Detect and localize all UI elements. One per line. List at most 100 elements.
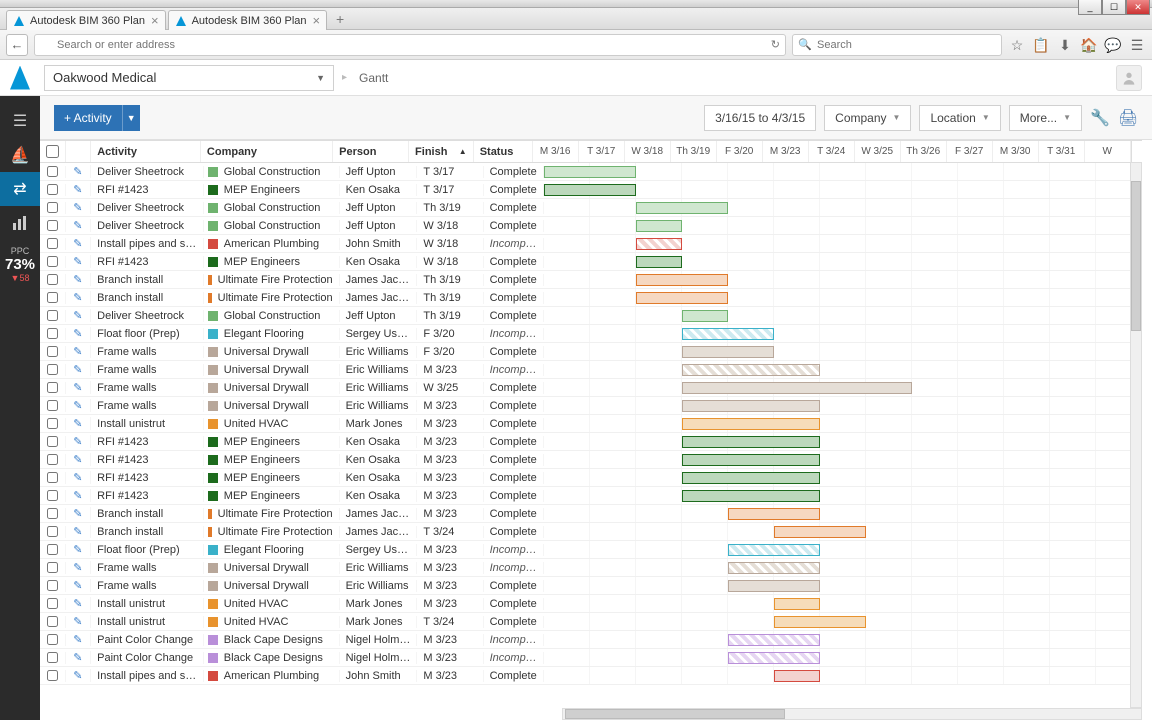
gantt-bar[interactable] bbox=[774, 670, 820, 682]
download-icon[interactable]: ⬇ bbox=[1056, 36, 1074, 54]
gantt-bar[interactable] bbox=[728, 508, 820, 520]
table-row[interactable]: ✎Install pipes and supportsAmerican Plum… bbox=[40, 235, 1142, 253]
edit-row-button[interactable]: ✎ bbox=[66, 471, 92, 484]
row-checkbox[interactable] bbox=[40, 454, 66, 466]
nav-back-button[interactable]: ← bbox=[6, 34, 28, 56]
row-checkbox[interactable] bbox=[40, 382, 66, 394]
table-row[interactable]: ✎Frame wallsUniversal DrywallEric Willia… bbox=[40, 397, 1142, 415]
gantt-bar[interactable] bbox=[728, 652, 820, 664]
edit-row-button[interactable]: ✎ bbox=[66, 489, 92, 502]
gantt-bar[interactable] bbox=[728, 562, 820, 574]
table-row[interactable]: ✎Install unistrutUnited HVACMark JonesM … bbox=[40, 415, 1142, 433]
table-row[interactable]: ✎Paint Color ChangeBlack Cape DesignsNig… bbox=[40, 631, 1142, 649]
table-row[interactable]: ✎Frame wallsUniversal DrywallEric Willia… bbox=[40, 379, 1142, 397]
table-row[interactable]: ✎Install unistrutUnited HVACMark JonesT … bbox=[40, 613, 1142, 631]
add-activity-dropdown[interactable]: ▼ bbox=[122, 105, 140, 131]
address-input[interactable] bbox=[34, 34, 786, 56]
vertical-scrollbar[interactable] bbox=[1130, 162, 1142, 708]
table-row[interactable]: ✎Deliver SheetrockGlobal ConstructionJef… bbox=[40, 307, 1142, 325]
close-tab-icon[interactable]: × bbox=[313, 13, 321, 28]
rail-list-view[interactable]: ☰ bbox=[0, 104, 40, 138]
browser-tab[interactable]: Autodesk BIM 360 Plan × bbox=[168, 10, 328, 30]
edit-row-button[interactable]: ✎ bbox=[66, 363, 92, 376]
edit-row-button[interactable]: ✎ bbox=[66, 579, 92, 592]
edit-row-button[interactable]: ✎ bbox=[66, 435, 92, 448]
edit-row-button[interactable]: ✎ bbox=[66, 417, 92, 430]
header-finish[interactable]: Finish▲ bbox=[409, 141, 474, 162]
rail-analytics-view[interactable] bbox=[0, 206, 40, 240]
edit-row-button[interactable]: ✎ bbox=[66, 669, 92, 682]
row-checkbox[interactable] bbox=[40, 238, 66, 250]
table-row[interactable]: ✎Deliver SheetrockGlobal ConstructionJef… bbox=[40, 163, 1142, 181]
gantt-bar[interactable] bbox=[636, 256, 682, 268]
table-row[interactable]: ✎Paint Color ChangeBlack Cape DesignsNig… bbox=[40, 649, 1142, 667]
gantt-bar[interactable] bbox=[728, 580, 820, 592]
row-checkbox[interactable] bbox=[40, 490, 66, 502]
table-row[interactable]: ✎RFI #1423MEP EngineersKen OsakaT 3/17Co… bbox=[40, 181, 1142, 199]
gantt-bar[interactable] bbox=[728, 634, 820, 646]
edit-row-button[interactable]: ✎ bbox=[66, 543, 92, 556]
edit-row-button[interactable]: ✎ bbox=[66, 219, 92, 232]
reload-icon[interactable]: ↻ bbox=[771, 38, 780, 51]
gantt-bar[interactable] bbox=[682, 346, 774, 358]
gantt-bar[interactable] bbox=[636, 238, 682, 250]
chat-icon[interactable]: 💬 bbox=[1104, 36, 1122, 54]
edit-row-button[interactable]: ✎ bbox=[66, 345, 92, 358]
table-row[interactable]: ✎Float floor (Prep)Elegant FlooringSerge… bbox=[40, 325, 1142, 343]
table-row[interactable]: ✎Deliver SheetrockGlobal ConstructionJef… bbox=[40, 217, 1142, 235]
row-checkbox[interactable] bbox=[40, 256, 66, 268]
close-tab-icon[interactable]: × bbox=[151, 13, 159, 28]
row-checkbox[interactable] bbox=[40, 634, 66, 646]
row-checkbox[interactable] bbox=[40, 616, 66, 628]
table-row[interactable]: ✎Deliver SheetrockGlobal ConstructionJef… bbox=[40, 199, 1142, 217]
table-row[interactable]: ✎Branch installUltimate Fire ProtectionJ… bbox=[40, 271, 1142, 289]
bim360-logo-icon[interactable] bbox=[10, 66, 30, 90]
row-checkbox[interactable] bbox=[40, 364, 66, 376]
row-checkbox[interactable] bbox=[40, 670, 66, 682]
row-checkbox[interactable] bbox=[40, 328, 66, 340]
header-activity[interactable]: Activity bbox=[91, 141, 201, 162]
add-activity-button[interactable]: + Activity bbox=[54, 105, 122, 131]
table-row[interactable]: ✎Frame wallsUniversal DrywallEric Willia… bbox=[40, 559, 1142, 577]
row-checkbox[interactable] bbox=[40, 166, 66, 178]
date-range-filter[interactable]: 3/16/15 to 4/3/15 bbox=[704, 105, 816, 131]
table-row[interactable]: ✎Frame wallsUniversal DrywallEric Willia… bbox=[40, 343, 1142, 361]
gantt-bar[interactable] bbox=[728, 544, 820, 556]
gantt-bar[interactable] bbox=[682, 454, 820, 466]
edit-row-button[interactable]: ✎ bbox=[66, 615, 92, 628]
home-icon[interactable]: 🏠 bbox=[1080, 36, 1098, 54]
row-checkbox[interactable] bbox=[40, 652, 66, 664]
table-row[interactable]: ✎Install pipes and supportsAmerican Plum… bbox=[40, 667, 1142, 685]
bookmark-icon[interactable]: ☆ bbox=[1008, 36, 1026, 54]
edit-row-button[interactable]: ✎ bbox=[66, 291, 92, 304]
window-maximize[interactable]: ☐ bbox=[1102, 0, 1126, 15]
gantt-bar[interactable] bbox=[544, 184, 636, 196]
gantt-bar[interactable] bbox=[682, 418, 820, 430]
table-row[interactable]: ✎Frame wallsUniversal DrywallEric Willia… bbox=[40, 361, 1142, 379]
row-checkbox[interactable] bbox=[40, 526, 66, 538]
row-checkbox[interactable] bbox=[40, 418, 66, 430]
table-row[interactable]: ✎RFI #1423MEP EngineersKen OsakaM 3/23Co… bbox=[40, 451, 1142, 469]
edit-row-button[interactable]: ✎ bbox=[66, 165, 92, 178]
row-checkbox[interactable] bbox=[40, 544, 66, 556]
edit-row-button[interactable]: ✎ bbox=[66, 201, 92, 214]
row-checkbox[interactable] bbox=[40, 202, 66, 214]
settings-icon[interactable]: 🔧 bbox=[1090, 108, 1110, 128]
window-minimize[interactable]: _ bbox=[1078, 0, 1102, 15]
row-checkbox[interactable] bbox=[40, 292, 66, 304]
edit-row-button[interactable]: ✎ bbox=[66, 525, 92, 538]
header-person[interactable]: Person bbox=[333, 141, 409, 162]
user-avatar[interactable] bbox=[1116, 65, 1142, 91]
table-row[interactable]: ✎Float floor (Prep)Elegant FlooringSerge… bbox=[40, 541, 1142, 559]
print-icon[interactable]: 🖨 bbox=[1118, 108, 1138, 128]
row-checkbox[interactable] bbox=[40, 310, 66, 322]
table-row[interactable]: ✎Frame wallsUniversal DrywallEric Willia… bbox=[40, 577, 1142, 595]
header-company[interactable]: Company bbox=[201, 141, 333, 162]
edit-row-button[interactable]: ✎ bbox=[66, 633, 92, 646]
row-checkbox[interactable] bbox=[40, 580, 66, 592]
gantt-bar[interactable] bbox=[636, 220, 682, 232]
rail-swimlane-view[interactable]: ⛵ bbox=[0, 138, 40, 172]
table-row[interactable]: ✎RFI #1423MEP EngineersKen OsakaW 3/18Co… bbox=[40, 253, 1142, 271]
gantt-bar[interactable] bbox=[774, 598, 820, 610]
gantt-bar[interactable] bbox=[682, 490, 820, 502]
